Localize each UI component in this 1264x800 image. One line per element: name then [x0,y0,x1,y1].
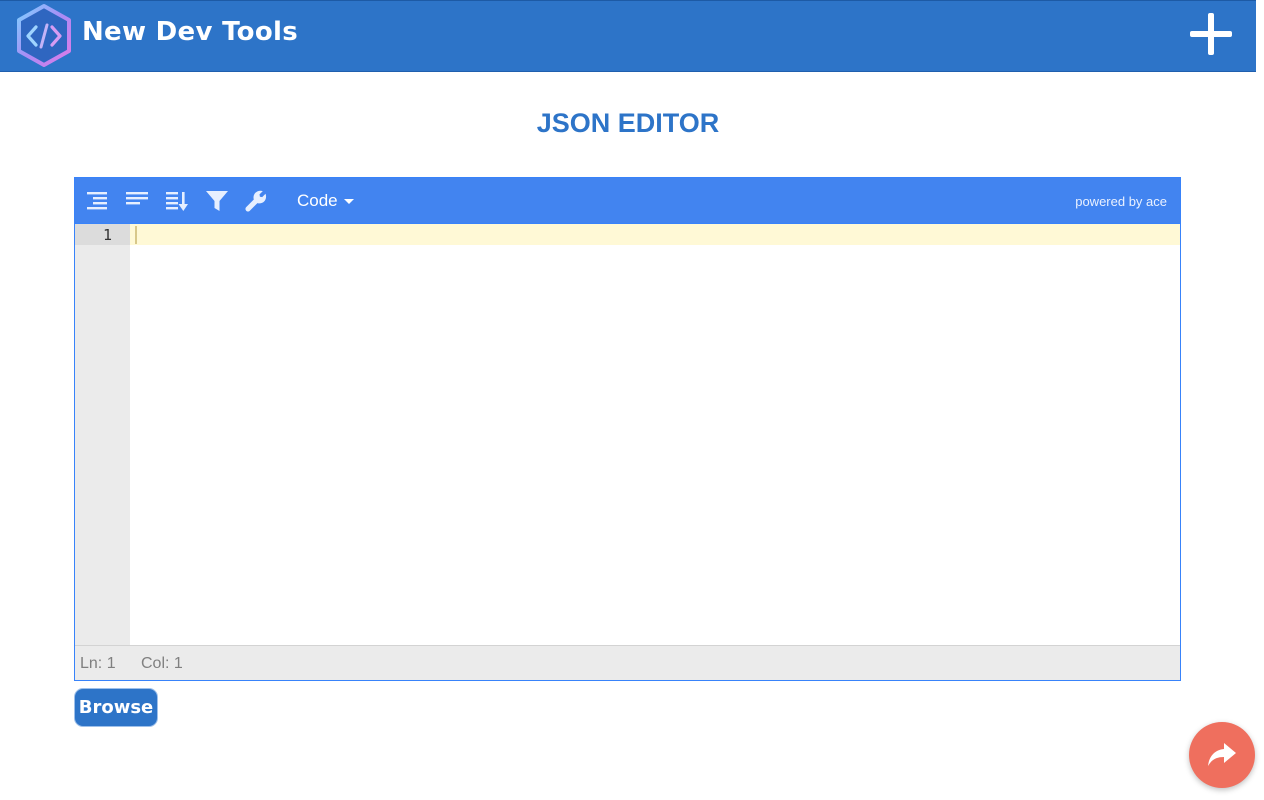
sort-icon[interactable] [164,188,190,214]
share-button[interactable] [1189,722,1255,788]
app-brand-title: New Dev Tools [82,17,298,47]
plus-icon [1190,13,1232,55]
compact-icon[interactable] [124,188,150,214]
powered-by-label: powered by ace [1075,194,1167,209]
editor-toolbar: Code powered by ace [75,178,1180,224]
editor-statusbar: Ln: 1 Col: 1 [75,645,1180,680]
filter-icon[interactable] [204,188,230,214]
app-header: New Dev Tools [0,0,1256,72]
app-root: New Dev Tools JSON EDITOR Code powered b… [0,0,1264,800]
browse-button[interactable]: Browse [74,688,158,727]
gutter-active-line: 1 [75,224,130,245]
line-number: 1 [102,226,112,244]
status-line: Ln: 1 [80,655,116,672]
wrench-icon[interactable] [243,188,269,214]
share-arrow-icon [1208,743,1236,766]
code-area: 1 [75,224,1180,646]
code-input[interactable] [130,224,1180,646]
mode-label: Code [297,191,338,210]
caret-down-icon [343,198,354,204]
add-button[interactable] [1186,11,1236,57]
mode-dropdown[interactable]: Code [297,191,354,211]
code-brackets-hexagon-icon [13,3,75,69]
json-editor: Code powered by ace 1 Ln: 1 Col: 1 [74,177,1181,681]
page-title: JSON EDITOR [536,108,720,138]
status-column: Col: 1 [141,655,183,672]
line-gutter: 1 [75,224,130,646]
format-icon[interactable] [84,188,110,214]
